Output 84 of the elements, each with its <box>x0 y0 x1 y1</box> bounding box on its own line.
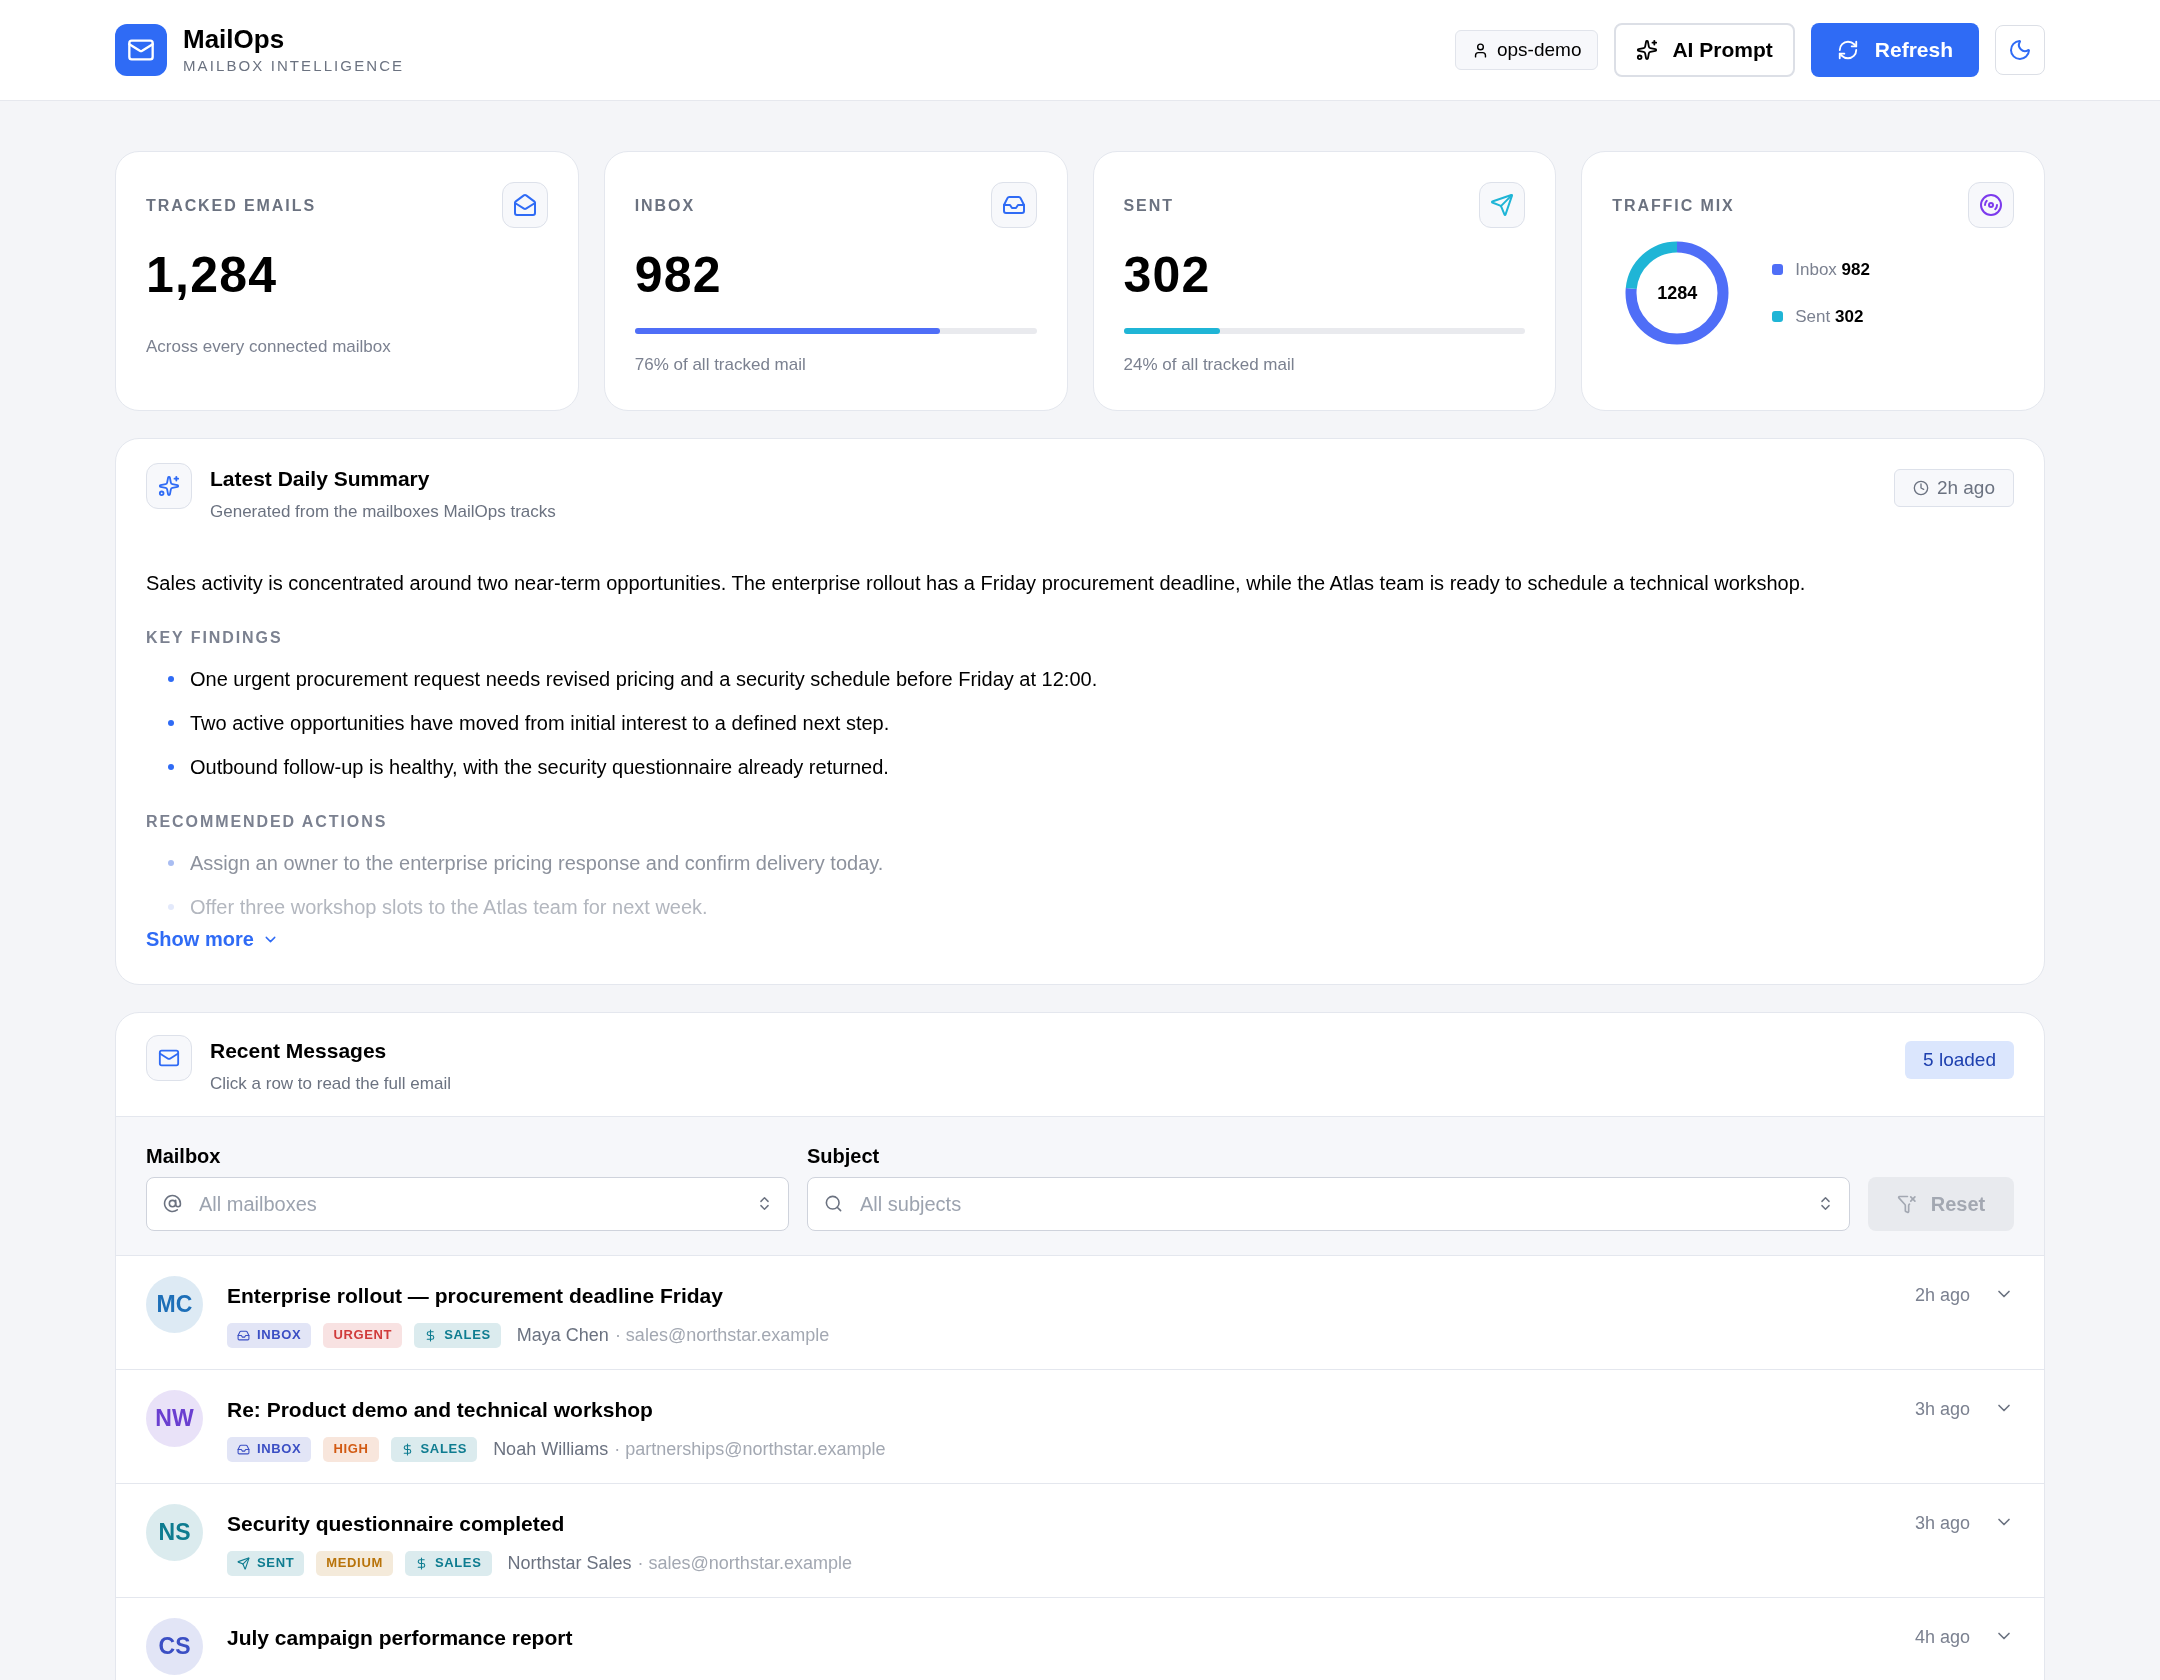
send-icon <box>1490 193 1515 217</box>
mail-open-icon <box>512 193 537 217</box>
sender-email: · sales@northstar.example <box>614 1323 830 1347</box>
sender-avatar: MC <box>146 1276 203 1333</box>
sender-name: Maya Chen <box>516 1323 609 1347</box>
mail-icon <box>158 1047 180 1069</box>
stat-note: 76% of all tracked mail <box>634 354 807 376</box>
loaded-count: 5 loaded <box>1905 1041 2014 1079</box>
message-tag: SALES <box>404 1550 492 1576</box>
search-icon <box>824 1194 843 1213</box>
stat-note: 24% of all tracked mail <box>1123 354 1296 376</box>
message-subject: Enterprise rollout — procurement deadline Friday <box>227 1283 724 1309</box>
message-time: 3h ago <box>1914 1398 1970 1421</box>
ai-prompt-button[interactable]: AI Prompt <box>1614 23 1795 77</box>
filter-clear-icon <box>1896 1194 1917 1214</box>
section-heading: RECOMMENDED ACTIONS <box>146 813 388 830</box>
message-tag: SENT <box>227 1550 305 1576</box>
refresh-button[interactable]: Refresh <box>1810 23 1979 77</box>
inbox-icon <box>237 1442 250 1456</box>
sender-email: · sales@northstar.example <box>637 1551 852 1575</box>
message-row[interactable]: NW Re: Product demo and technical workshop INBOX HIGH SALES Noah Williams · partnerships@northstar.example 3h ago <box>116 1370 2044 1484</box>
brand-subtitle: MAILBOX INTELLIGENCE <box>183 56 405 76</box>
inbox-icon <box>1001 193 1026 217</box>
stat-label: TRACKED EMAILS <box>146 196 316 216</box>
message-tag: SALES <box>414 1322 501 1348</box>
subject-label: Subject <box>807 1144 881 1169</box>
sender-name: Northstar Sales <box>507 1551 632 1575</box>
bullet-text: Two active opportunities have moved from initial interest to a defined next step. <box>190 711 890 736</box>
message-tag: URGENT <box>323 1322 403 1348</box>
message-tag: INBOX <box>227 1322 312 1348</box>
summary-title: Latest Daily Summary <box>210 466 431 492</box>
sender-avatar: NW <box>146 1390 203 1447</box>
stat-label: INBOX <box>634 196 696 216</box>
stat-value: 1,284 <box>146 250 279 300</box>
stat-label: TRAFFIC MIX <box>1612 196 1735 216</box>
stat-value: 982 <box>634 250 723 300</box>
donut-center-label: 1284 <box>1657 281 1698 305</box>
age-chip: 2h ago <box>1893 469 2014 507</box>
message-time: 3h ago <box>1914 1512 1970 1535</box>
refresh-icon <box>1836 39 1859 61</box>
bullet-text: Offer three workshop slots to the Atlas team for next week. <box>190 895 708 920</box>
user-chip[interactable]: ops-demo <box>1454 30 1599 70</box>
sender-avatar: CS <box>146 1618 203 1675</box>
message-row[interactable]: CS July campaign performance report 4h ago <box>116 1598 2044 1680</box>
messages-title: Recent Messages <box>210 1038 388 1064</box>
brand-name: MailOps <box>183 22 286 55</box>
sender-name: Noah Williams <box>493 1437 609 1461</box>
theme-toggle[interactable] <box>1995 25 2045 75</box>
message-subject: Re: Product demo and technical workshop <box>227 1397 654 1423</box>
section-heading: KEY FINDINGS <box>146 629 283 646</box>
message-tag: SALES <box>390 1436 478 1462</box>
messages-subtitle: Click a row to read the full email <box>210 1072 451 1095</box>
mailbox-label: Mailbox <box>146 1144 222 1169</box>
message-row[interactable]: MC Enterprise rollout — procurement deadline Friday INBOX URGENT SALES Maya Chen · sales@northstar.example 2h ago <box>116 1256 2044 1370</box>
message-time: 2h ago <box>1914 1284 1970 1307</box>
inbox-icon <box>237 1328 250 1342</box>
message-tag: INBOX <box>227 1436 312 1462</box>
summary-subtitle: Generated from the mailboxes MailOps tracks <box>210 500 556 523</box>
summary-text: Sales activity is concentrated around two near-term opportunities. The enterprise rollout has a Friday procurement deadline, while the Atlas team is ready to schedule a technical workshop. <box>146 571 1807 596</box>
mailbox-select[interactable]: All mailboxes <box>146 1177 789 1231</box>
message-tag: MEDIUM <box>316 1550 393 1576</box>
show-more-link[interactable]: Show more <box>146 924 279 954</box>
message-tag: HIGH <box>323 1436 379 1462</box>
stat-note: Across every connected mailbox <box>146 336 392 358</box>
sparkles-icon <box>158 475 180 497</box>
stat-value: 302 <box>1123 250 1212 300</box>
clock-icon <box>1912 480 1929 496</box>
moon-icon <box>2008 38 2032 62</box>
message-subject: Security questionnaire completed <box>227 1511 566 1537</box>
message-time: 4h ago <box>1914 1626 1970 1649</box>
bullet-text: One urgent procurement request needs revised pricing and a security schedule before Friday at 12:00. <box>190 667 1098 692</box>
sender-avatar: NS <box>146 1504 203 1561</box>
message-subject: July campaign performance report <box>227 1625 574 1651</box>
legend-label: Sent 302 <box>1795 306 1864 328</box>
subject-select[interactable]: All subjects <box>807 1177 1850 1231</box>
bullet-text: Outbound follow-up is healthy, with the security questionnaire already returned. <box>190 755 889 780</box>
at-sign-icon <box>163 1194 182 1213</box>
send-icon <box>237 1556 250 1570</box>
stat-label: SENT <box>1123 196 1174 216</box>
message-row[interactable]: NS Security questionnaire completed SENT MEDIUM SALES Northstar Sales · sales@northstar.example 3h ago <box>116 1484 2044 1598</box>
sparkles-icon <box>1636 39 1659 61</box>
legend-label: Inbox 982 <box>1795 258 1870 281</box>
sender-email: · partnerships@northstar.example <box>614 1437 886 1461</box>
bullet-text: Assign an owner to the enterprise pricing response and confirm delivery today. <box>190 851 884 876</box>
